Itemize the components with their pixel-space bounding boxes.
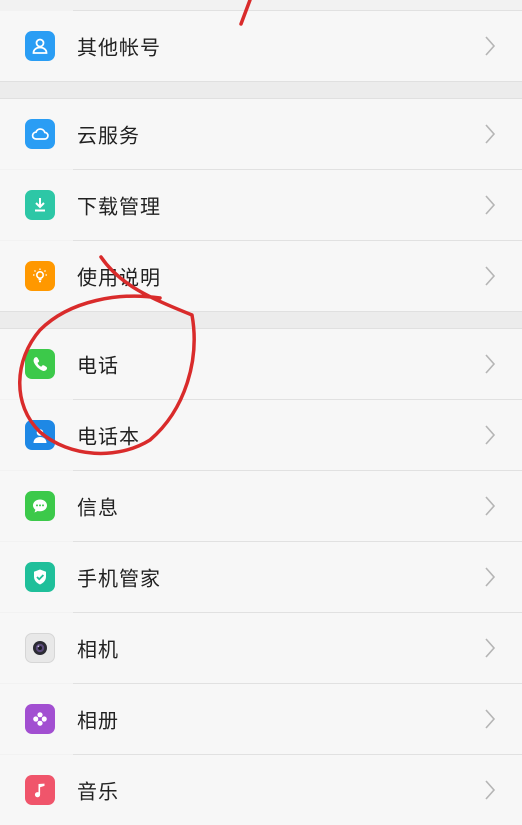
chevron-right-icon <box>485 780 496 800</box>
cloud-icon <box>25 119 55 149</box>
settings-item-cloud-service[interactable]: 云服务 <box>0 99 522 169</box>
gallery-flower-icon <box>25 704 55 734</box>
settings-item-messages[interactable]: 信息 <box>0 471 522 541</box>
phone-icon <box>25 349 55 379</box>
settings-item-label: 其他帐号 <box>77 35 161 60</box>
settings-item-music[interactable]: 音乐 <box>0 755 522 825</box>
settings-item-label: 相机 <box>77 637 119 662</box>
settings-item-label: 电话本 <box>77 424 140 449</box>
settings-list: 其他帐号 云服务 下载管理 使用说明 电话 电话本 信息 手机管家 相机 相册 … <box>0 0 522 825</box>
settings-item-label: 相册 <box>77 708 119 733</box>
row-divider <box>73 10 522 11</box>
chevron-right-icon <box>485 266 496 286</box>
settings-item-user-guide[interactable]: 使用说明 <box>0 241 522 311</box>
settings-item-label: 下载管理 <box>77 194 161 219</box>
section-gap <box>0 81 522 99</box>
chevron-right-icon <box>485 425 496 445</box>
shield-check-icon <box>25 562 55 592</box>
chevron-right-icon <box>485 36 496 56</box>
download-icon <box>25 190 55 220</box>
contacts-icon <box>25 420 55 450</box>
settings-item-label: 电话 <box>77 353 119 378</box>
settings-item-label: 音乐 <box>77 779 119 804</box>
settings-item-camera[interactable]: 相机 <box>0 613 522 683</box>
settings-item-label: 使用说明 <box>77 265 161 290</box>
chevron-right-icon <box>485 638 496 658</box>
settings-item-label: 信息 <box>77 495 119 520</box>
chevron-right-icon <box>485 709 496 729</box>
settings-item-download-manager[interactable]: 下载管理 <box>0 170 522 240</box>
settings-item-phone[interactable]: 电话 <box>0 329 522 399</box>
chevron-right-icon <box>485 354 496 374</box>
user-icon <box>25 31 55 61</box>
message-icon <box>25 491 55 521</box>
settings-item-phone-manager[interactable]: 手机管家 <box>0 542 522 612</box>
settings-item-label: 手机管家 <box>77 566 161 591</box>
camera-icon <box>25 633 55 663</box>
settings-item-other-accounts[interactable]: 其他帐号 <box>0 11 522 81</box>
chevron-right-icon <box>485 124 496 144</box>
settings-item-contacts[interactable]: 电话本 <box>0 400 522 470</box>
chevron-right-icon <box>485 496 496 516</box>
chevron-right-icon <box>485 195 496 215</box>
settings-item-label: 云服务 <box>77 123 140 148</box>
section-gap <box>0 311 522 329</box>
lightbulb-icon <box>25 261 55 291</box>
music-note-icon <box>25 775 55 805</box>
chevron-right-icon <box>485 567 496 587</box>
settings-item-gallery[interactable]: 相册 <box>0 684 522 754</box>
